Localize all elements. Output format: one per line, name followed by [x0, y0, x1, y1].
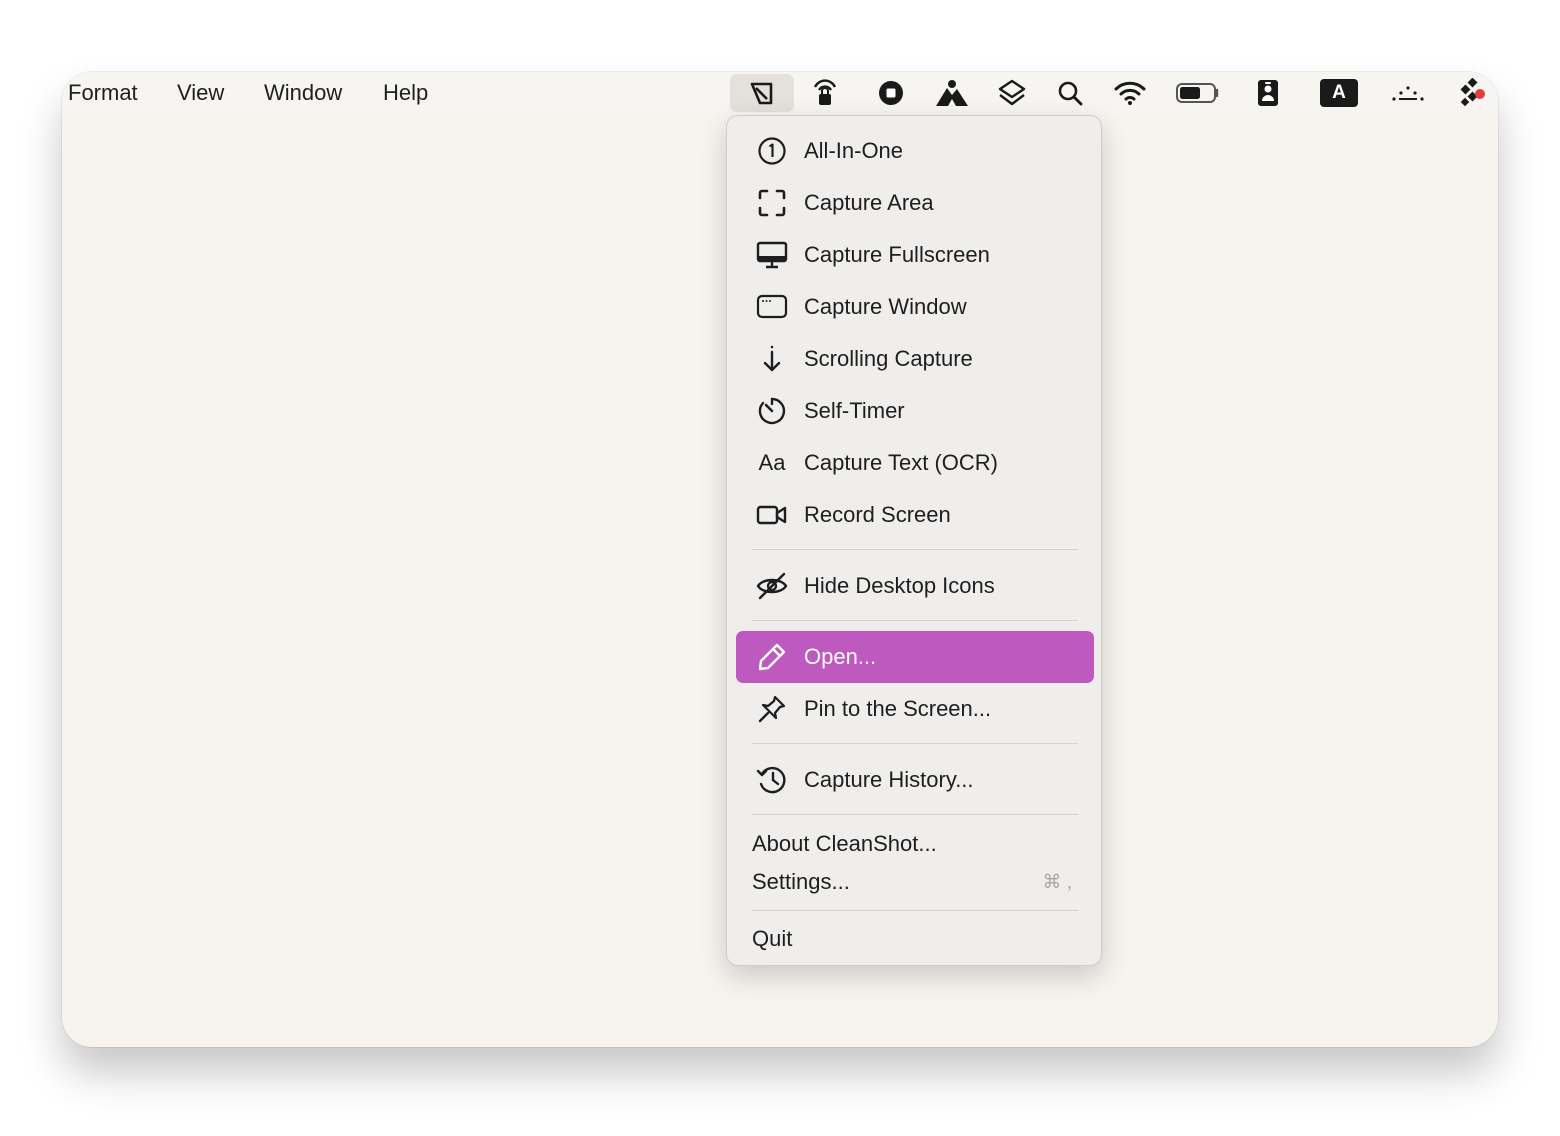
menu-help[interactable]: Help: [383, 78, 428, 108]
record-stop-icon[interactable]: [874, 74, 908, 112]
menu-item-capture-history[interactable]: Capture History...: [736, 754, 1094, 806]
menu-item-label: Quit: [752, 926, 793, 951]
cleanshot-menu: All-In-One Capture Area Capture Fullscre…: [726, 115, 1102, 966]
menu-item-label: Pin to the Screen...: [804, 696, 992, 721]
menu-item-label: Capture Text (OCR): [804, 450, 998, 475]
pin-icon: [752, 694, 792, 724]
menu-item-self-timer[interactable]: Self-Timer: [736, 385, 1094, 437]
wifi-icon[interactable]: [1112, 74, 1148, 112]
menu-item-label: Capture Fullscreen: [804, 242, 990, 267]
menu-window[interactable]: Window: [264, 78, 342, 108]
menu-item-pin-to-screen[interactable]: Pin to the Screen...: [736, 683, 1094, 735]
menu-separator: [752, 620, 1078, 621]
menu-item-label: Self-Timer: [804, 398, 905, 423]
menu-item-label: Capture History...: [804, 767, 974, 792]
menu-view[interactable]: View: [177, 78, 224, 108]
menu-item-label: All-In-One: [804, 138, 904, 163]
colorful-grid-icon[interactable]: [1458, 74, 1488, 112]
cleanshot-icon[interactable]: [730, 74, 794, 112]
video-camera-icon: [752, 502, 792, 528]
menu-item-label: Capture Window: [804, 294, 967, 319]
menu-item-settings[interactable]: Settings... ⌘ ,: [736, 857, 1094, 907]
menu-item-capture-text[interactable]: Aa Capture Text (OCR): [736, 437, 1094, 489]
menu-item-label: Record Screen: [804, 502, 951, 527]
keyboard-input-icon[interactable]: A: [1319, 74, 1359, 112]
window-icon: [752, 293, 792, 321]
menu-item-quit[interactable]: Quit: [736, 914, 1094, 964]
input-source-label: A: [1320, 79, 1358, 107]
id-badge-icon[interactable]: [1254, 74, 1282, 112]
menu-item-label: Hide Desktop Icons: [804, 573, 995, 598]
menu-item-label: Scrolling Capture: [804, 346, 973, 371]
menu-separator: [752, 910, 1078, 911]
menu-item-all-in-one[interactable]: All-In-One: [736, 125, 1094, 177]
circled-one-icon: [752, 136, 792, 166]
battery-icon[interactable]: [1174, 74, 1222, 112]
menu-item-label: Open...: [804, 644, 877, 669]
menu-item-capture-area[interactable]: Capture Area: [736, 177, 1094, 229]
arrow-down-icon: [752, 344, 792, 374]
settings-shortcut: ⌘ ,: [1042, 871, 1072, 893]
text-aa-icon: Aa: [758, 450, 786, 475]
menu-item-open[interactable]: Open...: [736, 631, 1094, 683]
menu-item-hide-desktop-icons[interactable]: Hide Desktop Icons: [736, 560, 1094, 612]
monitor-icon: [752, 240, 792, 270]
menu-format[interactable]: Format: [68, 78, 138, 108]
menu-item-record-screen[interactable]: Record Screen: [736, 489, 1094, 541]
menu-separator: [752, 743, 1078, 744]
pencil-icon: [752, 642, 792, 672]
menu-item-label: Capture Area: [804, 190, 934, 215]
menu-item-scrolling-capture[interactable]: Scrolling Capture: [736, 333, 1094, 385]
layers-icon[interactable]: [996, 74, 1028, 112]
menu-separator: [752, 814, 1078, 815]
menu-item-capture-window[interactable]: Capture Window: [736, 281, 1094, 333]
search-icon[interactable]: [1055, 74, 1085, 112]
eye-slash-icon: [752, 572, 792, 600]
broadcast-lock-icon[interactable]: [808, 74, 842, 112]
menu-separator: [752, 549, 1078, 550]
app-window: Format View Window Help A All-In-One Cap…: [62, 72, 1498, 1047]
history-icon: [752, 765, 792, 795]
capture-area-icon: [752, 188, 792, 218]
control-center-icon[interactable]: [1390, 74, 1426, 112]
menu-bar: Format View Window Help A: [62, 72, 1498, 114]
menu-item-label: Settings...: [752, 869, 850, 894]
menu-item-capture-fullscreen[interactable]: Capture Fullscreen: [736, 229, 1094, 281]
menu-item-label: About CleanShot...: [752, 831, 937, 856]
mountain-icon[interactable]: [934, 74, 970, 112]
timer-icon: [752, 396, 792, 426]
